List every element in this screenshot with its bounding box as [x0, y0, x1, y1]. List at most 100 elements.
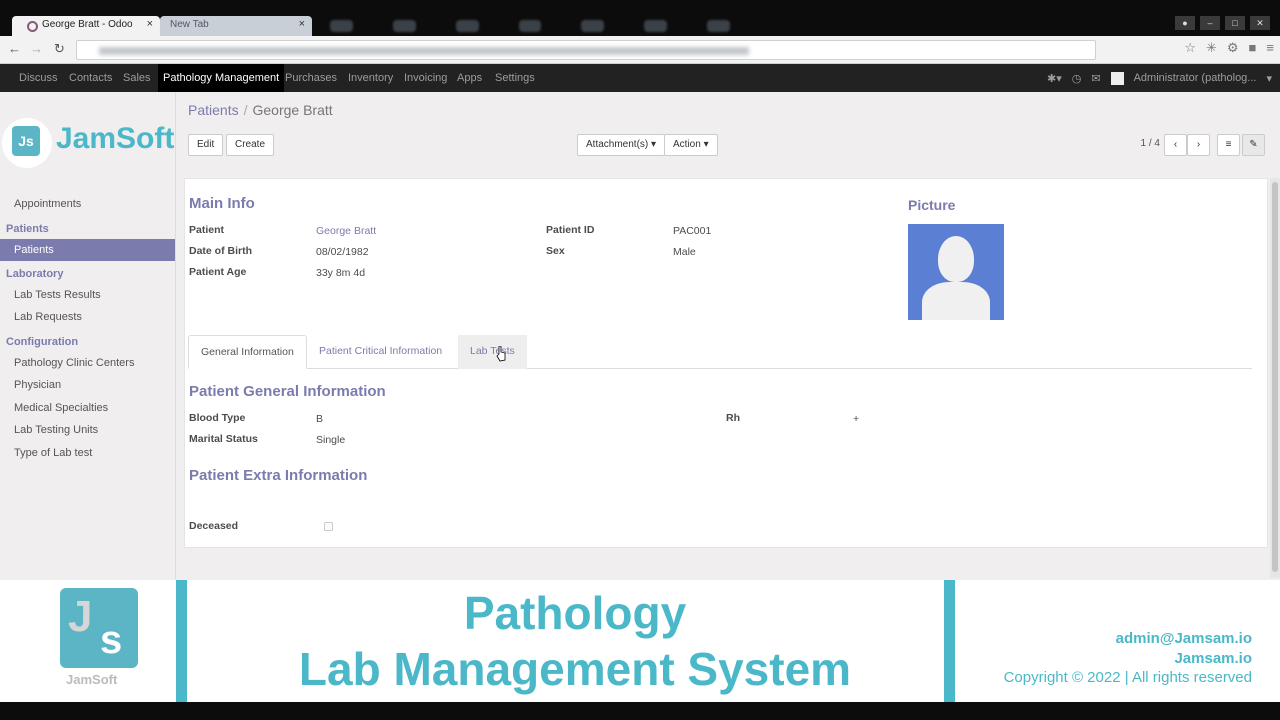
patient-id-value: PAC001 — [673, 225, 712, 237]
deceased-checkbox[interactable] — [324, 522, 333, 531]
close-window-icon[interactable]: ✕ — [1250, 16, 1270, 30]
sidebar-item-pathology-clinic-centers[interactable]: Pathology Clinic Centers — [0, 352, 175, 374]
dob-label: Date of Birth — [189, 245, 252, 257]
menu-pathology-management[interactable]: Pathology Management — [158, 64, 285, 92]
age-value: 33y 8m 4d — [316, 267, 366, 279]
bottom-strip — [0, 702, 1280, 720]
main-content: Patients / George Bratt Edit Create Attach… — [176, 92, 1280, 580]
top-menu: Discuss Contacts Sales Pathology Managem… — [0, 64, 1280, 92]
browser-tab-odoo[interactable]: George Bratt - Odoo × — [12, 16, 160, 36]
odoo-favicon-icon — [27, 21, 38, 32]
attachments-button[interactable]: Attachment(s) ▾ — [577, 134, 666, 156]
address-bar: ← → ↻ ☆ ✳ ⚙ ■ ≡ — [0, 36, 1280, 64]
close-icon[interactable]: × — [299, 18, 305, 30]
patient-link[interactable]: George Bratt — [316, 225, 376, 237]
menu-invoicing[interactable]: Invoicing — [399, 64, 452, 92]
pocket-icon[interactable]: ■ — [1249, 40, 1257, 56]
menu-sales[interactable]: Sales — [118, 64, 156, 92]
sidebar-item-patients[interactable]: Patients — [0, 239, 175, 261]
menu-contacts[interactable]: Contacts — [64, 64, 117, 92]
banner-title-line2: Lab Management System — [298, 643, 852, 695]
dob-value: 08/02/1982 — [316, 246, 369, 258]
chat-icon[interactable]: ✉ — [1091, 72, 1100, 85]
sidebar-item-lab-requests[interactable]: Lab Requests — [0, 306, 175, 328]
tab-patient-critical-information[interactable]: Patient Critical Information — [307, 335, 454, 369]
minimize-icon[interactable]: – — [1200, 16, 1220, 30]
sidebar-item-medical-specialties[interactable]: Medical Specialties — [0, 397, 175, 419]
patient-label: Patient — [189, 224, 225, 236]
form-sheet: Main Info Patient George Bratt Date of B… — [184, 178, 1268, 548]
sidebar-item-lab-testing-units[interactable]: Lab Testing Units — [0, 419, 175, 441]
chevron-down-icon: ▾ — [1266, 72, 1272, 85]
sidebar: Js JamSoft Appointments Patients Patient… — [0, 92, 176, 580]
action-button[interactable]: Action ▾ — [664, 134, 718, 156]
promo-banner: Js JamSoft Pathology Lab Management Syst… — [0, 580, 1280, 702]
breadcrumb: Patients / George Bratt — [188, 102, 333, 118]
form-view-icon[interactable]: ✎ — [1242, 134, 1265, 156]
menu-icon[interactable]: ≡ — [1266, 40, 1274, 56]
sidebar-item-type-of-lab-test[interactable]: Type of Lab test — [0, 442, 175, 464]
prev-icon[interactable]: ‹ — [1164, 134, 1187, 156]
breadcrumb-patients[interactable]: Patients — [188, 102, 239, 118]
patient-picture[interactable] — [908, 224, 1004, 320]
banner-logo: Js — [60, 588, 138, 668]
browser-tab-label: New Tab — [170, 19, 209, 30]
reload-icon[interactable]: ↻ — [54, 41, 65, 57]
pager: 1 / 4 — [1140, 138, 1160, 149]
menu-inventory[interactable]: Inventory — [343, 64, 398, 92]
sidebar-section-configuration: Configuration — [6, 336, 79, 348]
tab-lab-tests[interactable]: Lab Tests — [458, 335, 527, 369]
deceased-label: Deceased — [189, 520, 239, 532]
next-icon[interactable]: › — [1187, 134, 1210, 156]
bug-icon[interactable]: ✱▾ — [1047, 72, 1062, 85]
avatar — [1110, 71, 1124, 85]
settings-icon[interactable]: ⚙ — [1227, 40, 1239, 56]
sidebar-item-lab-tests-results[interactable]: Lab Tests Results — [0, 284, 175, 306]
sex-label: Sex — [546, 245, 565, 257]
window-controls: ● – □ ✕ — [1175, 16, 1270, 30]
url-input[interactable] — [76, 40, 1096, 60]
tab-general-information[interactable]: General Information — [188, 335, 307, 369]
banner-brand: Jamsam.io — [1174, 650, 1252, 667]
user-menu[interactable]: Administrator (patholog... — [1134, 72, 1257, 84]
banner-copyright: Copyright © 2022 | All rights reserved — [1003, 669, 1252, 686]
activity-icon[interactable]: ◷ — [1072, 72, 1082, 85]
blood-type-label: Blood Type — [189, 412, 246, 424]
marital-status-label: Marital Status — [189, 433, 258, 445]
browser-extension-icons: ☆ ✳ ⚙ ■ ≡ — [1184, 40, 1274, 56]
close-icon[interactable]: × — [147, 18, 153, 30]
list-view-icon[interactable]: ≡ — [1217, 134, 1240, 156]
sex-value: Male — [673, 246, 696, 258]
create-button[interactable]: Create — [226, 134, 275, 156]
star-icon[interactable]: ☆ — [1184, 40, 1196, 56]
banner-email: admin@Jamsam.io — [1115, 630, 1252, 647]
patient-id-label: Patient ID — [546, 224, 595, 236]
scrollbar[interactable] — [1270, 178, 1280, 578]
sidebar-section-patients: Patients — [6, 223, 49, 235]
sidebar-item-physician[interactable]: Physician — [0, 374, 175, 396]
picture-title: Picture — [908, 197, 956, 213]
mouse-cursor-icon — [496, 346, 506, 362]
sidebar-item-appointments[interactable]: Appointments — [0, 193, 175, 215]
menu-settings[interactable]: Settings — [490, 64, 540, 92]
marital-status-value: Single — [316, 434, 346, 446]
extension-icon[interactable]: ✳ — [1206, 40, 1217, 56]
user-icon[interactable]: ● — [1175, 16, 1195, 30]
menu-purchases[interactable]: Purchases — [280, 64, 342, 92]
rh-value: + — [853, 413, 860, 425]
browser-tab-label: George Bratt - Odoo — [42, 19, 133, 30]
maximize-icon[interactable]: □ — [1225, 16, 1245, 30]
menu-discuss[interactable]: Discuss — [14, 64, 63, 92]
banner-title-line1: Pathology — [463, 587, 687, 639]
banner-logo-text: JamSoft — [66, 672, 118, 687]
banner-divider-right — [944, 580, 955, 702]
logo-mark: Js — [2, 118, 52, 168]
browser-tab-new[interactable]: New Tab × — [160, 16, 312, 36]
forward-icon[interactable]: → — [30, 41, 43, 56]
menu-apps[interactable]: Apps — [452, 64, 487, 92]
sidebar-section-laboratory: Laboratory — [6, 268, 64, 280]
back-icon[interactable]: ← — [8, 41, 21, 56]
edit-button[interactable]: Edit — [188, 134, 224, 156]
blood-type-value: B — [316, 413, 324, 425]
rh-label: Rh — [726, 412, 740, 424]
